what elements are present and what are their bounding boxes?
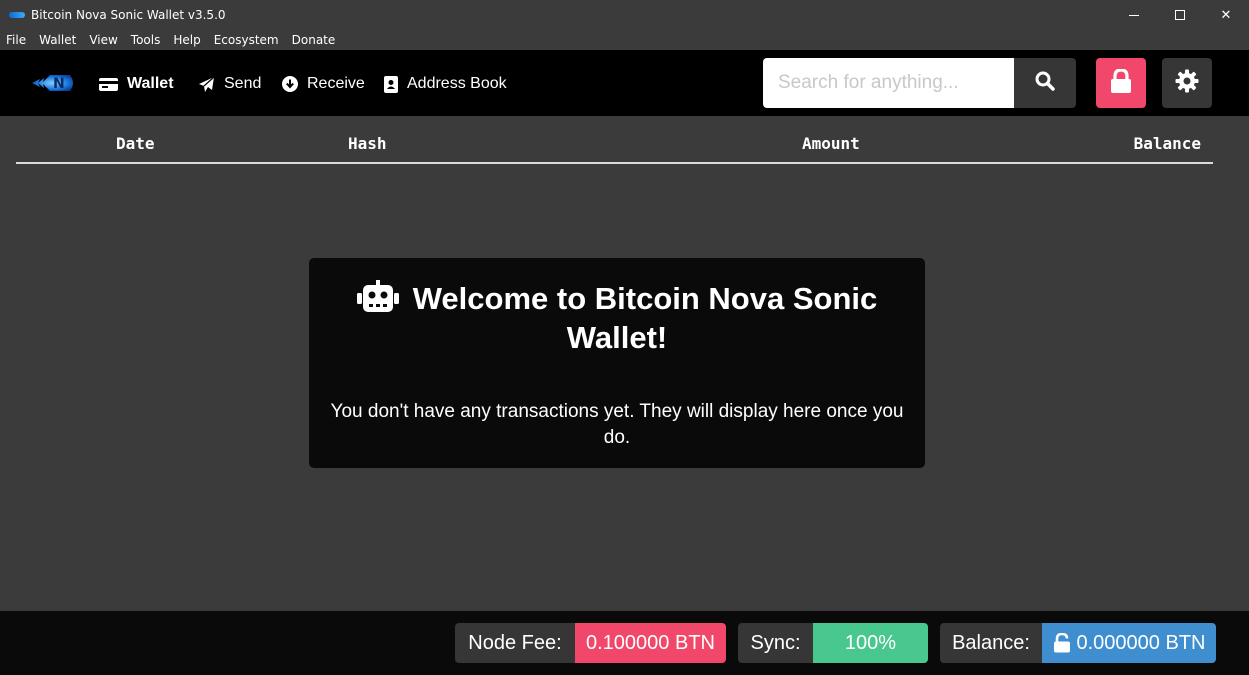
unlock-icon	[1053, 633, 1071, 653]
close-icon: ✕	[1220, 7, 1232, 23]
gear-icon	[1175, 69, 1199, 97]
window-controls: ✕	[1111, 0, 1249, 30]
menu-tools[interactable]: Tools	[131, 33, 161, 47]
app-logo-icon	[9, 10, 25, 20]
node-fee-label: Node Fee:	[455, 623, 575, 663]
close-button[interactable]: ✕	[1203, 0, 1249, 30]
navbar: N Wallet Send Receive Address Book	[0, 50, 1249, 116]
node-fee-value: 0.100000 BTN	[575, 623, 726, 663]
lock-wallet-button[interactable]	[1096, 58, 1146, 108]
column-amount[interactable]: Amount	[802, 134, 860, 153]
address-book-icon	[384, 75, 398, 93]
lock-icon	[1110, 68, 1132, 97]
minimize-icon	[1129, 14, 1139, 16]
sync-status-value: 100%	[813, 623, 928, 663]
title-bar: Bitcoin Nova Sonic Wallet v3.5.0 ✕	[0, 0, 1249, 30]
sync-label: Sync:	[738, 623, 813, 663]
menu-file[interactable]: File	[6, 33, 26, 47]
search-icon	[1035, 71, 1055, 95]
window-title: Bitcoin Nova Sonic Wallet v3.5.0	[31, 8, 226, 22]
welcome-title-text: Welcome to Bitcoin Nova Sonic Wallet!	[412, 281, 878, 355]
arrow-circle-down-icon	[282, 76, 298, 92]
settings-button[interactable]	[1162, 58, 1212, 108]
menu-donate[interactable]: Donate	[292, 33, 336, 47]
column-hash[interactable]: Hash	[348, 134, 387, 153]
maximize-button[interactable]	[1157, 0, 1203, 30]
status-bar: Node Fee: 0.100000 BTN Sync: 100% Balanc…	[0, 611, 1249, 675]
svg-text:N: N	[53, 76, 65, 92]
nav-send[interactable]: Send	[198, 73, 261, 95]
nav-address-book-label: Address Book	[407, 75, 507, 92]
search-input[interactable]	[763, 58, 1014, 108]
menu-view[interactable]: View	[89, 33, 117, 47]
menu-wallet[interactable]: Wallet	[39, 33, 76, 47]
column-balance[interactable]: Balance	[1134, 134, 1201, 153]
menu-ecosystem[interactable]: Ecosystem	[214, 33, 279, 47]
balance-label: Balance:	[940, 623, 1042, 663]
minimize-button[interactable]	[1111, 0, 1157, 30]
search-button[interactable]	[1014, 58, 1076, 108]
balance-value: 0.000000 BTN	[1076, 631, 1206, 654]
paper-plane-icon	[198, 76, 215, 93]
column-date[interactable]: Date	[116, 134, 155, 153]
nav-receive[interactable]: Receive	[282, 73, 365, 95]
nav-send-label: Send	[224, 75, 262, 92]
balance-value-container[interactable]: 0.000000 BTN	[1042, 623, 1216, 663]
welcome-heading: Welcome to Bitcoin Nova Sonic Wallet!	[339, 280, 895, 356]
brand-logo[interactable]: N	[30, 70, 76, 96]
nav-wallet[interactable]: Wallet	[99, 73, 174, 95]
welcome-card: Welcome to Bitcoin Nova Sonic Wallet! Yo…	[309, 258, 925, 468]
nav-address-book[interactable]: Address Book	[384, 73, 507, 95]
wallet-icon	[99, 77, 118, 92]
maximize-icon	[1175, 10, 1185, 20]
menu-help[interactable]: Help	[173, 33, 200, 47]
transactions-table-header: Date Hash Amount Balance	[16, 126, 1213, 164]
welcome-message: You don't have any transactions yet. The…	[330, 401, 904, 448]
menu-bar: File Wallet View Tools Help Ecosystem Do…	[0, 30, 1249, 50]
robot-icon	[356, 280, 399, 320]
nav-wallet-label: Wallet	[127, 75, 174, 92]
nav-receive-label: Receive	[307, 75, 365, 92]
